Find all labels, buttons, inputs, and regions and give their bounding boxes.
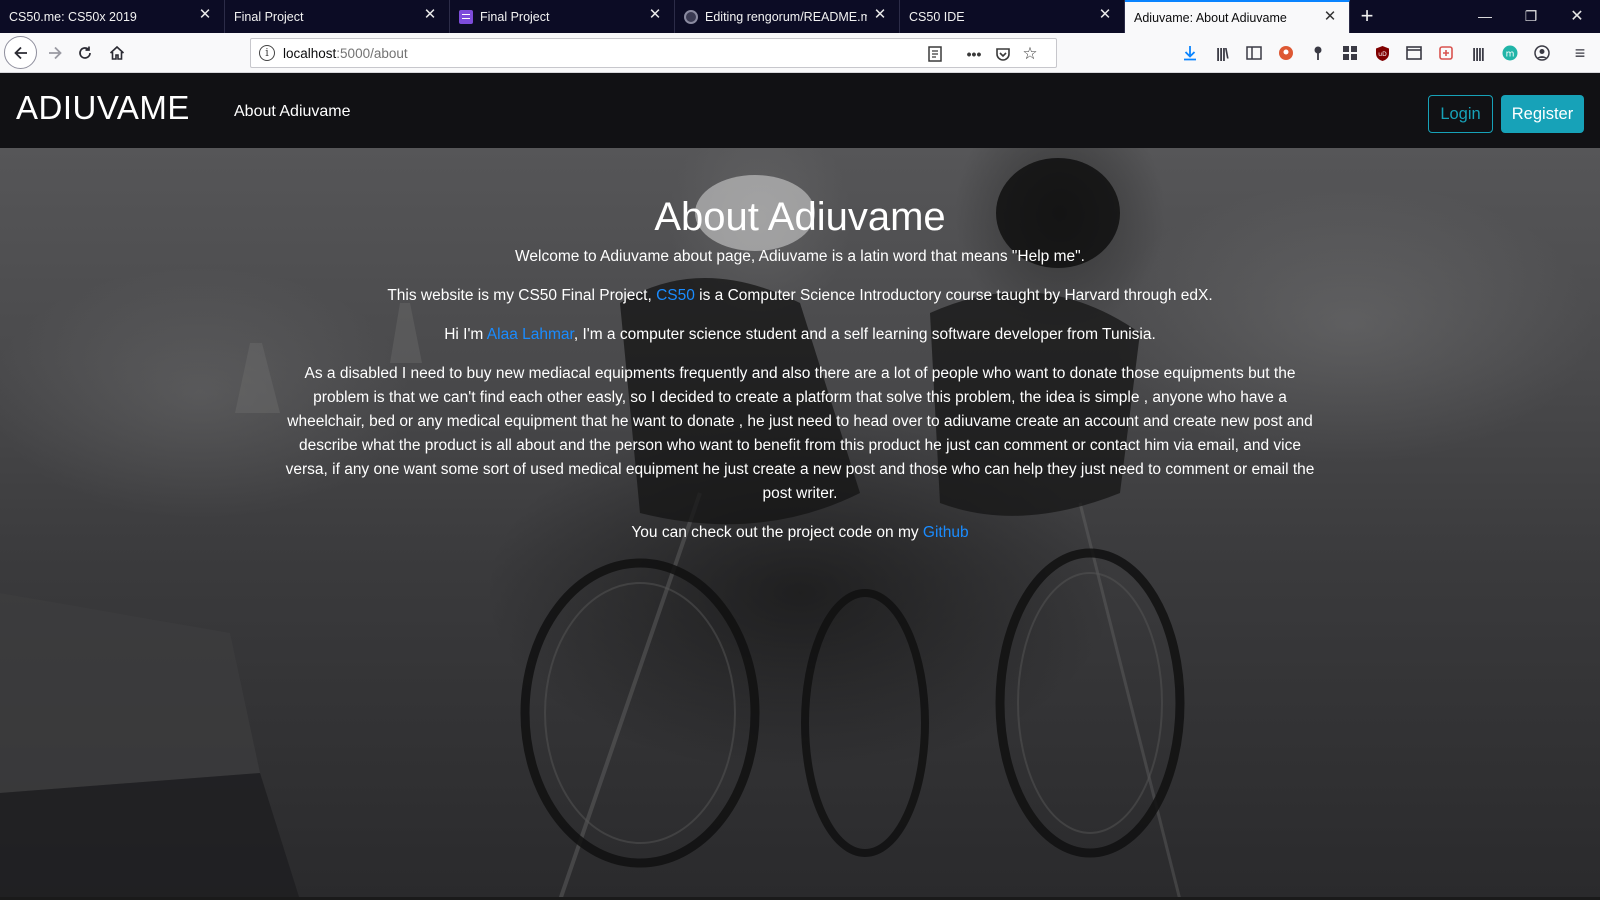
github-link[interactable]: Github bbox=[923, 524, 969, 541]
tab-title: CS50.me: CS50x 2019 bbox=[9, 9, 137, 24]
browser-tab[interactable]: CS50 IDE ✕ bbox=[900, 0, 1125, 33]
home-icon bbox=[109, 45, 125, 60]
browser-tab[interactable]: Final Project ✕ bbox=[225, 0, 450, 33]
tab-close-icon[interactable]: ✕ bbox=[648, 7, 662, 22]
menu-icon[interactable]: ≡ bbox=[1570, 43, 1590, 63]
tab-close-icon[interactable]: ✕ bbox=[423, 7, 437, 22]
pdf-icon[interactable] bbox=[1436, 43, 1456, 63]
back-button[interactable] bbox=[4, 36, 37, 69]
arrow-left-icon bbox=[13, 46, 27, 59]
account-icon[interactable] bbox=[1532, 43, 1552, 63]
profile-m-icon[interactable]: m bbox=[1500, 43, 1520, 63]
restore-icon[interactable]: ❐ bbox=[1508, 0, 1554, 33]
about-content: About Adiuvame Welcome to Adiuvame about… bbox=[280, 193, 1320, 560]
browser-toolbar: i localhost:5000/about ••• ☆ |||\ uD |||… bbox=[0, 33, 1600, 73]
duckduckgo-icon[interactable] bbox=[1276, 43, 1296, 63]
tab-close-icon[interactable]: ✕ bbox=[873, 7, 887, 22]
browser-tab[interactable]: Editing rengorum/README.md ✕ bbox=[675, 0, 900, 33]
brand-logo[interactable]: ADIUVAME bbox=[16, 89, 190, 127]
pocket-icon[interactable] bbox=[992, 43, 1014, 65]
login-button[interactable]: Login bbox=[1428, 95, 1493, 133]
browser-tab-active[interactable]: Adiuvame: About Adiuvame ✕ bbox=[1125, 0, 1350, 33]
browser-tab[interactable]: CS50.me: CS50x 2019 ✕ bbox=[0, 0, 225, 33]
tab-title: Adiuvame: About Adiuvame bbox=[1134, 10, 1287, 25]
forward-button[interactable] bbox=[40, 38, 70, 68]
register-button[interactable]: Register bbox=[1501, 95, 1584, 133]
ublock-icon[interactable]: uD bbox=[1372, 43, 1392, 63]
svg-text:m: m bbox=[1506, 50, 1515, 60]
address-bar[interactable]: i localhost:5000/about ••• ☆ bbox=[250, 38, 1057, 68]
tab-title: Final Project bbox=[234, 9, 304, 24]
reload-button[interactable] bbox=[70, 38, 100, 68]
new-tab-button[interactable]: + bbox=[1350, 0, 1384, 33]
reload-icon bbox=[79, 46, 91, 59]
cs50-link[interactable]: CS50 bbox=[656, 287, 695, 304]
project-paragraph: This website is my CS50 Final Project, C… bbox=[387, 287, 1213, 304]
browser-tab[interactable]: Final Project ✕ bbox=[450, 0, 675, 33]
download-icon[interactable] bbox=[1180, 43, 1200, 63]
svg-text:uD: uD bbox=[1378, 51, 1387, 58]
mission-paragraph: As a disabled I need to buy new mediacal… bbox=[285, 365, 1315, 502]
tab-title: Final Project bbox=[480, 9, 550, 24]
tab-close-icon[interactable]: ✕ bbox=[1098, 7, 1112, 22]
url-text: localhost:5000/about bbox=[283, 46, 408, 61]
nav-link-about[interactable]: About Adiuvame bbox=[234, 103, 351, 121]
page-title: About Adiuvame bbox=[654, 195, 946, 239]
tab-close-icon[interactable]: ✕ bbox=[1323, 9, 1337, 24]
list-icon bbox=[459, 9, 473, 24]
tab-close-icon[interactable]: ✕ bbox=[198, 7, 212, 22]
arrow-right-icon bbox=[49, 46, 62, 60]
author-link[interactable]: Alaa Lahmar bbox=[487, 326, 574, 343]
bookmark-star-icon[interactable]: ☆ bbox=[1019, 43, 1041, 65]
close-window-icon[interactable]: ✕ bbox=[1554, 0, 1600, 33]
sidebar-icon[interactable] bbox=[1244, 43, 1264, 63]
library-icon[interactable]: |||\ bbox=[1212, 43, 1232, 63]
reader-view-icon[interactable] bbox=[924, 43, 946, 65]
grid-apps-icon[interactable] bbox=[1340, 43, 1360, 63]
site-navbar: ADIUVAME About Adiuvame Login Register bbox=[0, 73, 1600, 148]
pin-icon[interactable] bbox=[1308, 43, 1328, 63]
github-paragraph: You can check out the project code on my… bbox=[631, 524, 969, 541]
author-paragraph: Hi I'm Alaa Lahmar, I'm a computer scien… bbox=[444, 326, 1156, 343]
browser-tab-strip: CS50.me: CS50x 2019 ✕ Final Project ✕ Fi… bbox=[0, 0, 1600, 33]
site-info-icon[interactable]: i bbox=[259, 45, 275, 61]
webpage: ADIUVAME About Adiuvame Login Register A… bbox=[0, 73, 1600, 900]
intro-paragraph: Welcome to Adiuvame about page, Adiuvame… bbox=[515, 248, 1085, 265]
tab-title: Editing rengorum/README.md bbox=[705, 9, 867, 24]
page-actions-icon[interactable]: ••• bbox=[963, 43, 985, 65]
github-icon bbox=[684, 9, 698, 24]
home-button[interactable] bbox=[102, 38, 132, 68]
barcode-icon[interactable]: |||| bbox=[1468, 43, 1488, 63]
tab-title: CS50 IDE bbox=[909, 9, 965, 24]
window-icon[interactable] bbox=[1404, 43, 1424, 63]
minimize-icon[interactable]: — bbox=[1462, 0, 1508, 33]
